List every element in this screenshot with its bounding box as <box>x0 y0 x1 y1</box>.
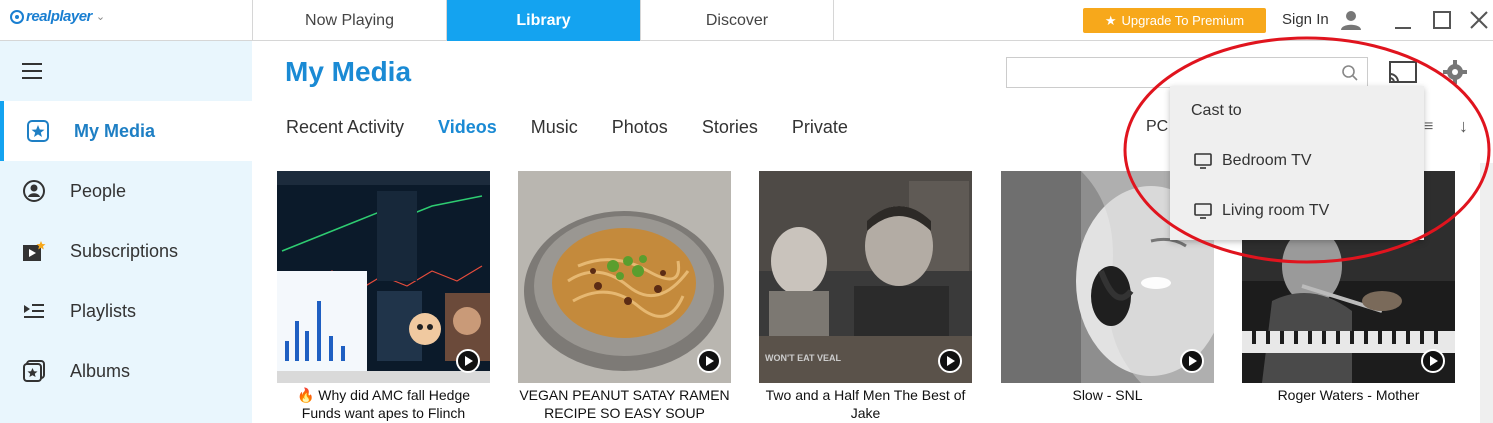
search-input[interactable] <box>1007 58 1327 87</box>
play-icon[interactable] <box>697 349 721 373</box>
sidebar-item-label: Subscriptions <box>70 240 179 261</box>
sidebar: My Media People Subscriptions Playlists … <box>0 41 252 423</box>
tab-now-playing[interactable]: Now Playing <box>252 0 446 41</box>
video-title[interactable]: Roger Waters - Mother <box>1242 386 1455 404</box>
sidebar-item-albums[interactable]: Albums <box>0 341 252 401</box>
video-title[interactable]: 🔥 Why did AMC fall Hedge Funds want apes… <box>277 386 490 422</box>
list-view-icon[interactable]: ≡ <box>1424 118 1433 136</box>
chevron-down-icon: ⌄ <box>95 11 106 23</box>
sidebar-item-label: Playlists <box>70 300 137 321</box>
menu-icon[interactable] <box>22 63 42 84</box>
cast-option-label: Bedroom TV <box>1222 152 1312 169</box>
gear-icon[interactable] <box>1443 60 1467 84</box>
tab-videos[interactable]: Videos <box>438 117 497 138</box>
cast-option-bedroom-tv[interactable]: Bedroom TV <box>1170 141 1424 181</box>
top-tabs: Now Playing Library Discover <box>252 0 834 41</box>
close-icon[interactable] <box>1468 9 1490 31</box>
realplayer-logo-icon <box>10 9 24 24</box>
sidebar-item-label: My Media <box>74 120 156 141</box>
sidebar-item-subscriptions[interactable]: Subscriptions <box>0 221 252 281</box>
play-icon[interactable] <box>1421 349 1445 373</box>
brand-name: realplayer <box>26 8 92 25</box>
play-icon[interactable] <box>456 349 480 373</box>
cast-icon[interactable] <box>1388 60 1418 86</box>
sort-down-icon[interactable]: ↓ <box>1459 116 1468 137</box>
sign-in-link[interactable]: Sign In <box>1282 11 1329 28</box>
search-box <box>1006 57 1368 88</box>
minimize-icon[interactable] <box>1392 9 1414 31</box>
star-icon <box>27 120 49 142</box>
upgrade-button[interactable]: ★ Upgrade To Premium <box>1083 8 1266 33</box>
video-title[interactable]: Two and a Half Men The Best of Jake <box>759 386 972 422</box>
video-card[interactable]: WON'T EAT VEAL Two and a Half Men The Be… <box>759 171 972 422</box>
cast-option-label: Living room TV <box>1222 202 1330 219</box>
cast-option-living-room-tv[interactable]: Living room TV <box>1170 191 1424 231</box>
realplayer-logo[interactable]: realplayer ⌄ <box>10 8 105 25</box>
video-card[interactable]: 🔥 Why did AMC fall Hedge Funds want apes… <box>277 171 490 422</box>
cast-menu-title: Cast to <box>1191 102 1242 119</box>
video-card[interactable]: VEGAN PEANUT SATAY RAMEN RECIPE SO EASY … <box>518 171 731 422</box>
subscriptions-icon <box>23 241 46 261</box>
user-icon[interactable] <box>1340 9 1362 31</box>
video-thumbnail[interactable] <box>277 171 490 383</box>
media-type-tabs: Recent Activity Videos Music Photos Stor… <box>286 117 882 138</box>
tv-icon <box>1194 153 1212 169</box>
maximize-icon[interactable] <box>1431 9 1453 31</box>
sidebar-item-label: Albums <box>70 360 131 381</box>
play-icon[interactable] <box>1180 349 1204 373</box>
cast-menu: Cast to Bedroom TV Living room TV <box>1170 86 1424 240</box>
tab-private[interactable]: Private <box>792 117 848 138</box>
sidebar-item-my-media[interactable]: My Media <box>0 101 252 161</box>
video-title[interactable]: VEGAN PEANUT SATAY RAMEN RECIPE SO EASY … <box>518 386 731 422</box>
video-thumbnail[interactable]: WON'T EAT VEAL <box>759 171 972 383</box>
search-icon[interactable] <box>1341 64 1359 82</box>
tv-icon <box>1194 203 1212 219</box>
tab-music[interactable]: Music <box>531 117 578 138</box>
star-icon: ★ <box>1104 12 1117 28</box>
location-filter[interactable]: PC <box>1146 118 1168 136</box>
tab-discover[interactable]: Discover <box>640 0 834 41</box>
tab-recent-activity[interactable]: Recent Activity <box>286 117 404 138</box>
tab-photos[interactable]: Photos <box>612 117 668 138</box>
upgrade-label: Upgrade To Premium <box>1121 13 1245 28</box>
top-bar: realplayer ⌄ Now Playing Library Discove… <box>0 0 1493 41</box>
tab-library[interactable]: Library <box>446 0 640 41</box>
tab-stories[interactable]: Stories <box>702 117 758 138</box>
sidebar-item-playlists[interactable]: Playlists <box>0 281 252 341</box>
scrollbar[interactable] <box>1480 163 1493 423</box>
sidebar-item-people[interactable]: People <box>0 161 252 221</box>
person-icon <box>23 180 45 202</box>
video-title[interactable]: Slow - SNL <box>1001 386 1214 404</box>
page-title: My Media <box>285 56 412 87</box>
play-icon[interactable] <box>938 349 962 373</box>
sidebar-item-label: People <box>70 180 127 201</box>
thumbnail-overlay-text: WON'T EAT VEAL <box>765 353 841 363</box>
album-icon <box>23 360 45 382</box>
playlist-icon <box>24 304 44 318</box>
video-thumbnail[interactable] <box>518 171 731 383</box>
